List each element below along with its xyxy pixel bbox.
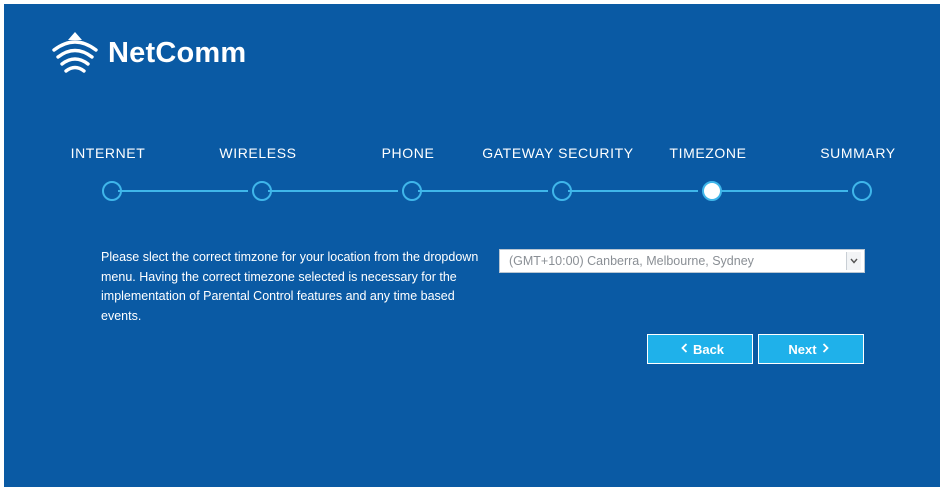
step-connector <box>418 190 548 192</box>
step-connector <box>718 190 848 192</box>
next-button-label: Next <box>788 341 817 357</box>
step-dot-phone <box>402 181 422 201</box>
step-dot-gateway-security <box>552 181 572 201</box>
step-connector <box>118 190 248 192</box>
timezone-instructions: Please slect the correct timzone for you… <box>101 250 479 323</box>
step-connector <box>268 190 398 192</box>
step-connector <box>568 190 698 192</box>
step-dot-internet <box>102 181 122 201</box>
step-dot-summary <box>852 181 872 201</box>
step-label-gateway-security: GATEWAY SECURITY <box>482 145 634 161</box>
chevron-down-icon[interactable] <box>846 252 861 270</box>
back-button[interactable]: Back <box>647 334 753 364</box>
step-dot-wireless <box>252 181 272 201</box>
next-button[interactable]: Next <box>758 334 864 364</box>
step-label-summary: SUMMARY <box>820 145 896 161</box>
step-label-phone: PHONE <box>381 145 435 161</box>
step-label-timezone: TIMEZONE <box>669 145 747 161</box>
step-label-wireless: WIRELESS <box>219 145 297 161</box>
setup-wizard-panel: NetComm INTERNET WIRELESS PHONE GATEWAY … <box>4 4 940 487</box>
step-label-internet: INTERNET <box>70 145 146 161</box>
timezone-select[interactable]: (GMT+10:00) Canberra, Melbourne, Sydney <box>499 249 865 273</box>
step-dot-timezone <box>702 181 722 201</box>
chevron-left-icon <box>681 342 688 356</box>
chevron-right-icon <box>822 342 829 356</box>
wizard-progress: INTERNET WIRELESS PHONE GATEWAY SECURITY… <box>4 4 940 234</box>
timezone-selected-value: (GMT+10:00) Canberra, Melbourne, Sydney <box>509 254 754 268</box>
back-button-label: Back <box>692 341 725 357</box>
